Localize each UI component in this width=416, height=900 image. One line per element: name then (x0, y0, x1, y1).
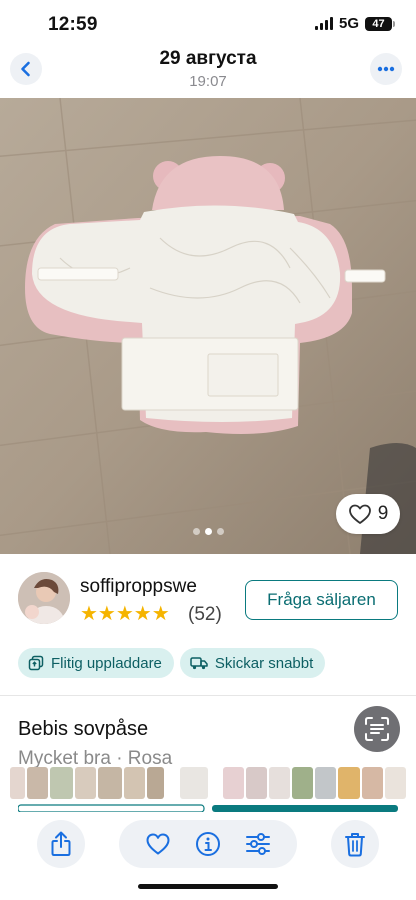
thumbnail (385, 767, 406, 799)
badge-frequent-uploader[interactable]: Flitig uppladdare (18, 648, 174, 678)
delete-button[interactable] (331, 820, 379, 868)
seller-section: soffiproppswe ★★★★★ (52) Fråga säljaren (0, 570, 416, 638)
thumbnail (124, 767, 146, 799)
item-title: Bebis sovpåse (18, 718, 149, 740)
avatar-image (18, 572, 70, 624)
home-indicator[interactable] (138, 884, 278, 889)
signal-icon (314, 17, 333, 30)
heart-icon (348, 504, 371, 524)
heart-icon[interactable] (145, 832, 171, 856)
status-indicators: 5G 47 (314, 15, 395, 32)
thumbnail (97, 767, 123, 799)
page-dot-active (204, 528, 212, 535)
share-icon (51, 831, 71, 856)
battery-icon: 47 (365, 16, 395, 31)
seller-badges: Flitig uppladdare Skickar snabbt (18, 648, 326, 678)
status-bar: 12:59 5G 47 (0, 0, 416, 46)
trash-icon (345, 833, 365, 857)
thumbnail (269, 767, 290, 799)
badge-label: Skickar snabbt (214, 654, 314, 672)
badge-label: Flitig uppladdare (51, 654, 162, 672)
divider (0, 695, 416, 696)
battery-level: 47 (372, 17, 385, 30)
thumbnail-strip (10, 765, 406, 801)
rating-stars: ★★★★★ (80, 603, 170, 625)
thumbnail (10, 767, 26, 799)
thumbnail (209, 767, 222, 799)
like-button[interactable]: 9 (336, 494, 400, 534)
strip-edge-bars (18, 804, 398, 812)
more-button[interactable] (370, 53, 402, 85)
thumbnail (74, 767, 96, 799)
thumbnail (362, 767, 384, 799)
page-dot (192, 528, 200, 535)
ellipsis-icon (377, 66, 395, 72)
scan-text-button[interactable] (354, 706, 400, 752)
sliders-icon[interactable] (245, 832, 271, 856)
likes-count: 9 (377, 503, 389, 524)
seller-name[interactable]: soffiproppswe (80, 576, 197, 598)
thumbnail (27, 767, 48, 799)
truck-icon (190, 657, 208, 670)
thumbnail (147, 767, 165, 799)
photo-image (0, 98, 416, 554)
nav-header: 29 августа 19:07 (0, 46, 416, 98)
thumbnail (223, 767, 245, 799)
item-photo[interactable]: 9 (0, 98, 416, 554)
thumbnail (314, 767, 336, 799)
share-button[interactable] (37, 820, 85, 868)
page-dot (216, 528, 224, 535)
thumbnail (179, 767, 208, 799)
review-count[interactable]: (52) (188, 604, 222, 626)
text-scan-icon (365, 717, 389, 741)
upload-stack-icon (28, 655, 44, 671)
thumbnail (246, 767, 267, 799)
bottom-toolbar (0, 812, 416, 876)
thumbnail (166, 767, 178, 799)
thumbnail (50, 767, 73, 799)
status-time: 12:59 (48, 14, 98, 35)
page-title: 29 августа (159, 48, 257, 69)
page-subtitle: 19:07 (189, 73, 227, 90)
thumbnail (337, 767, 361, 799)
thumbnail (291, 767, 313, 799)
network-type: 5G (338, 15, 359, 32)
badge-ships-fast[interactable]: Skickar snabbt (179, 648, 326, 678)
avatar[interactable] (18, 572, 70, 624)
action-group (119, 820, 297, 868)
info-icon[interactable] (195, 831, 221, 857)
ask-seller-button[interactable]: Fråga säljaren (245, 580, 398, 620)
